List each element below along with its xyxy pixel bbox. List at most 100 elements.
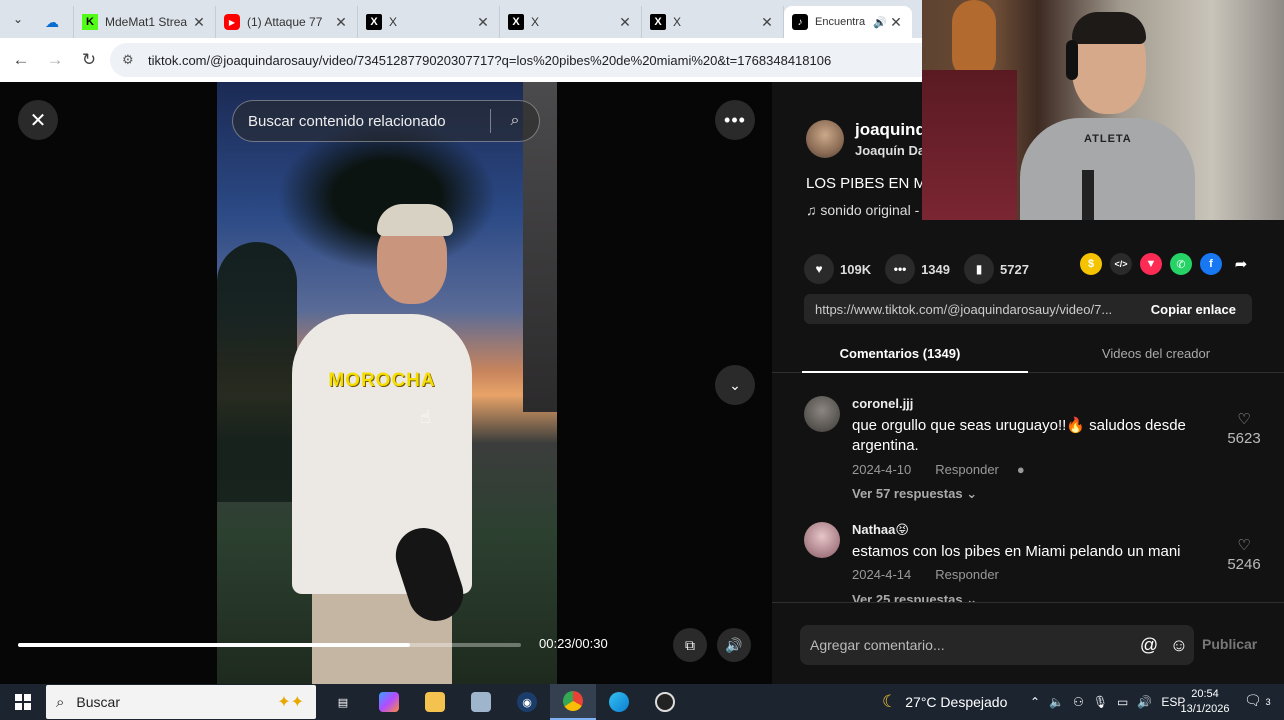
tab-tiktok-active[interactable]: ♪ Encuentra 🔊 ✕: [784, 6, 912, 38]
mention-icon[interactable]: @: [1134, 635, 1164, 656]
pip-button[interactable]: ⧉: [673, 628, 707, 662]
forward-arrow-icon[interactable]: →: [38, 43, 72, 77]
screen: ⌄ ☁ K MdeMat1 Strea ✕ ▶ (1) Attaque 77 ✕…: [0, 0, 1284, 720]
tab-onedrive[interactable]: ☁: [36, 6, 74, 38]
commenter-name[interactable]: Nathaa😝: [852, 522, 909, 538]
comment-meta: 2024-4-14 Responder: [852, 567, 999, 582]
like-button[interactable]: ♥ 109K: [804, 254, 871, 284]
tray-chevron-icon[interactable]: ⌃: [1030, 695, 1040, 709]
related-search-box[interactable]: Buscar contenido relacionado ⌕: [232, 100, 540, 142]
coin-icon[interactable]: $: [1080, 253, 1102, 275]
steam-app[interactable]: ◉: [504, 684, 550, 720]
more-options-button[interactable]: •••: [715, 100, 755, 140]
network-icon[interactable]: ▭: [1117, 695, 1128, 709]
reply-button[interactable]: Responder: [935, 567, 999, 582]
copilot-app[interactable]: [366, 684, 412, 720]
clock[interactable]: 20:54 13/1/2026: [1172, 687, 1238, 717]
comment-like[interactable]: ♡ 5246: [1224, 536, 1264, 573]
related-search-placeholder: Buscar contenido relacionado: [248, 112, 446, 130]
volume-icon[interactable]: 🔊: [1137, 695, 1152, 709]
video-frame[interactable]: MOROCHA ☝: [217, 82, 557, 684]
view-replies-button[interactable]: Ver 57 respuestas ⌄: [852, 486, 977, 502]
close-tab-icon[interactable]: ✕: [333, 14, 349, 31]
copy-link-button[interactable]: Copiar enlace: [1135, 302, 1252, 317]
comment-text: que orgullo que seas uruguayo!!🔥 saludos…: [852, 417, 1186, 454]
volume-button[interactable]: 🔊: [717, 628, 751, 662]
facebook-icon[interactable]: f: [1200, 253, 1222, 275]
music-info[interactable]: ♫ sonido original -: [806, 202, 919, 218]
clock-date: 13/1/2026: [1180, 703, 1230, 715]
publish-button[interactable]: Publicar: [1202, 636, 1257, 652]
tab-kick[interactable]: K MdeMat1 Strea ✕: [74, 6, 216, 38]
close-tab-icon[interactable]: ✕: [617, 14, 633, 31]
share-arrow-icon[interactable]: ➦: [1230, 253, 1252, 275]
comment-item: Nathaa😝 estamos con los pibes en Miami p…: [804, 522, 1264, 602]
notifications-button[interactable]: 🗨 3: [1244, 692, 1271, 709]
close-video-button[interactable]: ✕: [18, 100, 58, 140]
windows-taskbar: ⌕ Buscar ✦✦ ▤ ◉ ☾ 27°C Despejado ⌃ 🔈 ⚇ 🎙…: [0, 684, 1284, 720]
chrome-app[interactable]: [550, 684, 596, 720]
tab-label: (1) Attaque 77: [247, 15, 323, 29]
tab-label: X: [673, 15, 682, 29]
speaker-icon[interactable]: 🔈: [1049, 695, 1064, 709]
notification-icon: 🗨: [1244, 692, 1262, 708]
photos-app[interactable]: [458, 684, 504, 720]
x-icon: X: [508, 14, 524, 30]
like-count: 109K: [840, 261, 872, 277]
author-name[interactable]: joaquind: [855, 120, 926, 140]
obs-icon: [655, 692, 675, 712]
speaker-icon[interactable]: 🔊: [872, 16, 888, 29]
back-arrow-icon[interactable]: ←: [4, 43, 38, 77]
site-settings-icon[interactable]: ⚙: [122, 52, 138, 68]
tab-comments[interactable]: Comentarios (1349): [772, 338, 1028, 372]
tab-x-3[interactable]: X X ✕: [642, 6, 784, 38]
search-icon[interactable]: ⌕: [491, 112, 539, 130]
weather-widget[interactable]: ☾ 27°C Despejado: [882, 684, 1007, 720]
taskbar-search-label: Buscar: [76, 694, 120, 710]
comment-meta: 2024-4-10 Responder ●: [852, 462, 1025, 477]
tab-creator-videos[interactable]: Videos del creador: [1028, 338, 1284, 372]
taskbar-search[interactable]: ⌕ Buscar ✦✦: [46, 685, 316, 719]
copilot-sparkle-icon: ✦✦: [277, 694, 304, 711]
tab-x-2[interactable]: X X ✕: [500, 6, 642, 38]
curtain: [922, 70, 1017, 220]
music-note-icon: ♫: [806, 202, 821, 218]
video-link-url[interactable]: https://www.tiktok.com/@joaquindarosauy/…: [804, 302, 1135, 317]
view-replies-button[interactable]: Ver 25 respuestas ⌄: [852, 592, 977, 602]
tab-search-chevron-icon[interactable]: ⌄: [0, 0, 36, 38]
usb-icon[interactable]: ⚇: [1073, 695, 1084, 709]
video-progress-bar[interactable]: [18, 643, 521, 647]
emoji-icon[interactable]: ☺: [1164, 635, 1194, 656]
send-icon[interactable]: ▼: [1140, 253, 1162, 275]
commenter-avatar[interactable]: [804, 522, 840, 558]
next-video-button[interactable]: ⌄: [715, 365, 755, 405]
reload-icon[interactable]: ↻: [72, 43, 106, 77]
comment-button[interactable]: ••• 1349: [885, 254, 950, 284]
close-tab-icon[interactable]: ✕: [888, 14, 904, 31]
microphone-icon[interactable]: 🎙: [1093, 695, 1108, 709]
comment-input[interactable]: Agregar comentario... @ ☺: [800, 625, 1194, 665]
comment-like[interactable]: ♡ 5623: [1224, 410, 1264, 447]
whatsapp-icon[interactable]: ✆: [1170, 253, 1192, 275]
microphone: [1082, 170, 1094, 220]
task-view-button[interactable]: ▤: [320, 684, 366, 720]
commenter-avatar[interactable]: [804, 396, 840, 432]
video-area: MOROCHA ☝ ✕ Buscar contenido relacionado…: [0, 82, 772, 684]
obs-app[interactable]: [642, 684, 688, 720]
close-tab-icon[interactable]: ✕: [191, 14, 207, 31]
tab-x-1[interactable]: X X ✕: [358, 6, 500, 38]
tab-youtube[interactable]: ▶ (1) Attaque 77 ✕: [216, 6, 358, 38]
heart-outline-icon: ♡: [1237, 537, 1251, 554]
close-tab-icon[interactable]: ✕: [759, 14, 775, 31]
embed-icon[interactable]: </>: [1110, 253, 1132, 275]
edge-app[interactable]: [596, 684, 642, 720]
commenter-name[interactable]: coronel.jjj: [852, 396, 913, 411]
close-tab-icon[interactable]: ✕: [475, 14, 491, 31]
author-avatar[interactable]: [806, 120, 844, 158]
start-button[interactable]: [0, 684, 46, 720]
reply-button[interactable]: Responder: [935, 462, 999, 477]
save-button[interactable]: ▮ 5727: [964, 254, 1029, 284]
tab-label: X: [389, 15, 398, 29]
copilot-icon: [379, 692, 399, 712]
file-explorer-app[interactable]: [412, 684, 458, 720]
